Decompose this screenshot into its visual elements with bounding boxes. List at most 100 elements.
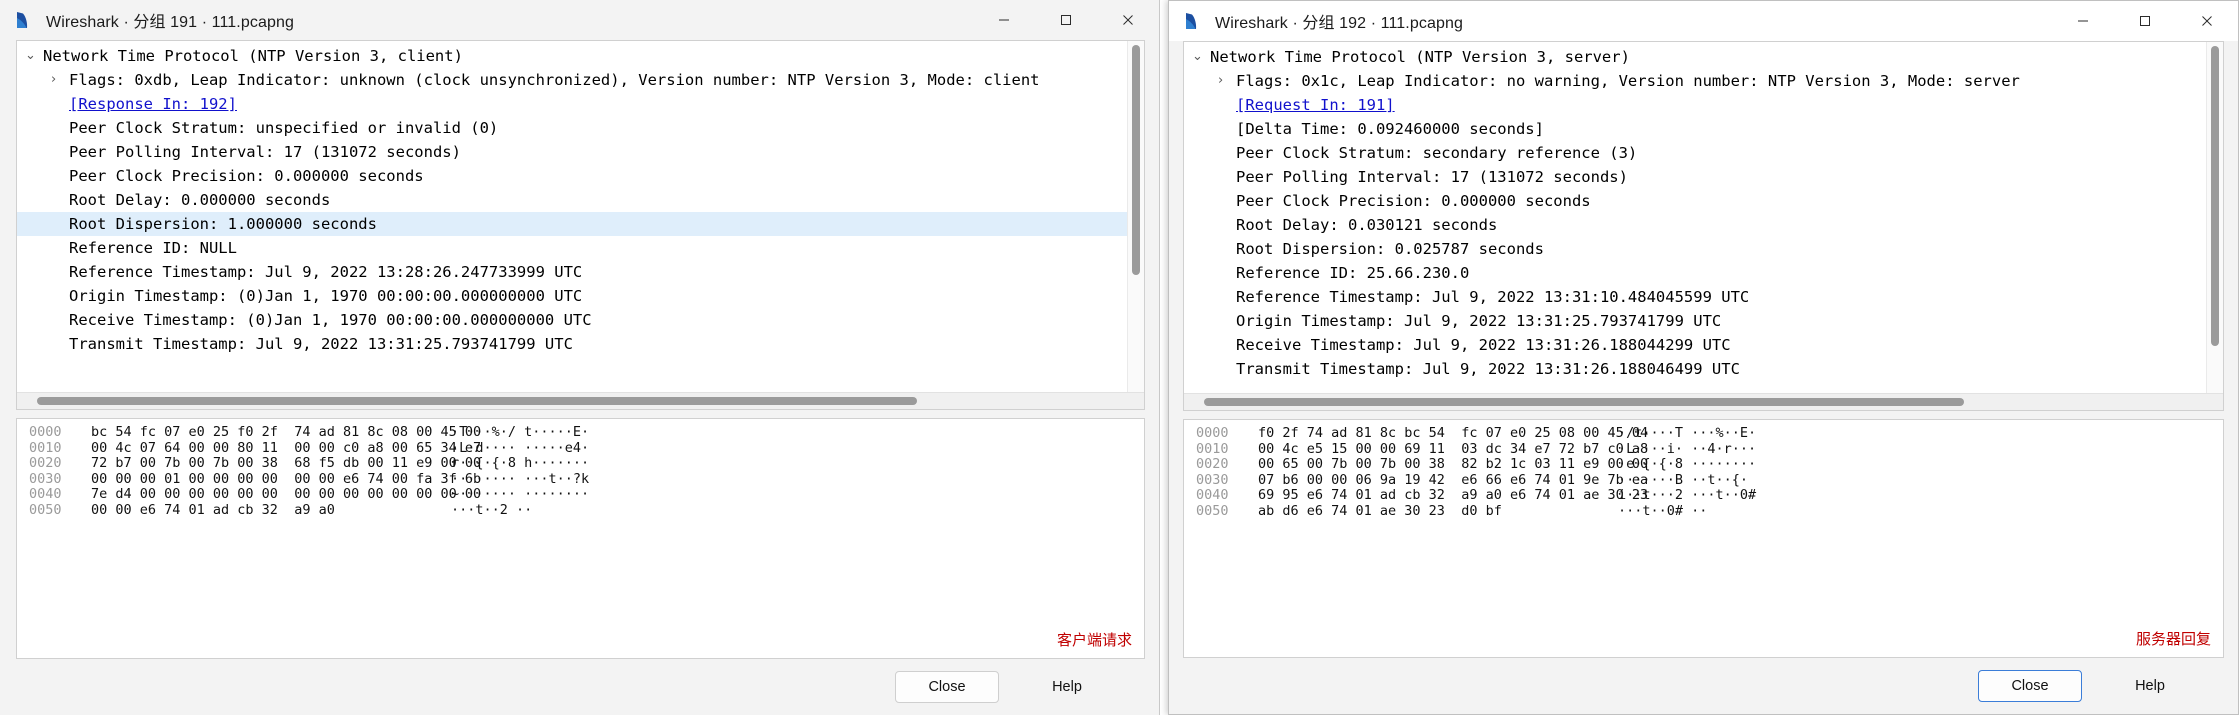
chevron-down-icon[interactable]: ⌄ xyxy=(1192,45,1210,69)
tree-row[interactable]: Transmit Timestamp: Jul 9, 2022 13:31:26… xyxy=(1184,357,2223,381)
hex-bytes: f0 2f 74 ad 81 8c bc 54 fc 07 e0 25 08 0… xyxy=(1258,425,1649,441)
title-bar-right[interactable]: Wireshark · 分组 192 · 111.pcapng xyxy=(1169,1,2238,41)
hex-offset: 0010 xyxy=(1196,440,1229,457)
tree-row[interactable]: Root Delay: 0.000000 seconds xyxy=(17,188,1144,212)
hex-dump-row[interactable]: 0010 00 4c e5 15 00 00 69 11 03 dc 34 e7 … xyxy=(1184,440,2223,458)
hex-offset: 0050 xyxy=(29,501,62,518)
hex-ascii: ········ ···t··?k xyxy=(451,470,590,487)
minimize-button[interactable] xyxy=(2052,1,2114,41)
chevron-down-icon[interactable]: ⌄ xyxy=(25,44,43,68)
help-button-left[interactable]: Help xyxy=(1015,671,1119,703)
tree-row-label: Root Delay: 0.000000 seconds xyxy=(69,191,331,209)
tree-row[interactable]: Root Delay: 0.030121 seconds xyxy=(1184,213,2223,237)
tree-row[interactable]: Root Dispersion: 1.000000 seconds xyxy=(17,212,1144,236)
tree-vertical-scrollbar-left[interactable] xyxy=(1127,41,1144,409)
tree-row[interactable]: Peer Clock Precision: 0.000000 seconds xyxy=(17,164,1144,188)
tree-row-label: Network Time Protocol (NTP Version 3, cl… xyxy=(43,47,463,65)
tree-row-label: Transmit Timestamp: Jul 9, 2022 13:31:26… xyxy=(1236,360,1740,378)
hex-dump-row[interactable]: 0000 bc 54 fc 07 e0 25 f0 2f 74 ad 81 8c … xyxy=(17,424,1144,441)
hex-dump-row[interactable]: 0030 00 00 00 01 00 00 00 00 00 00 e6 74 … xyxy=(17,470,1144,488)
footer-right: Close Help xyxy=(1183,658,2224,714)
tree-row[interactable]: Peer Clock Stratum: unspecified or inval… xyxy=(17,116,1144,140)
tree-row-link[interactable]: [Response In: 192] xyxy=(69,92,237,116)
hex-dump-row[interactable]: 0040 69 95 e6 74 01 ad cb 32 a9 a0 e6 74 … xyxy=(1184,487,2223,504)
tree-row-label: Reference ID: 25.66.230.0 xyxy=(1236,264,1470,282)
hex-dump-row[interactable]: 0020 72 b7 00 7b 00 7b 00 38 68 f5 db 00 … xyxy=(17,455,1144,472)
tree-row-label: Peer Clock Stratum: unspecified or inval… xyxy=(69,119,499,137)
hex-ascii: ···t··2 ·· xyxy=(451,501,533,518)
protocol-tree-pane-right[interactable]: ⌄ Network Time Protocol (NTP Version 3, s… xyxy=(1183,41,2224,411)
close-button-left[interactable]: Close xyxy=(895,671,999,703)
tree-horizontal-scrollbar-left[interactable] xyxy=(17,392,1144,409)
tree-row-link[interactable]: [Request In: 191] xyxy=(1236,93,1395,117)
hex-dump-pane-left[interactable]: 0000 bc 54 fc 07 e0 25 f0 2f 74 ad 81 8c … xyxy=(16,418,1145,659)
tree-row[interactable]: Origin Timestamp: Jul 9, 2022 13:31:25.7… xyxy=(1184,309,2223,333)
window-controls-left[interactable] xyxy=(973,0,1159,40)
hex-dump-row[interactable]: 0040 7e d4 00 00 00 00 00 00 00 00 00 00 … xyxy=(17,486,1144,503)
hex-dump-row[interactable]: 0010 00 4c 07 64 00 00 80 11 00 00 c0 a8 … xyxy=(17,439,1144,457)
tree-row[interactable]: [Request In: 191] xyxy=(1184,93,2223,117)
tree-row-label: Network Time Protocol (NTP Version 3, se… xyxy=(1210,48,1630,66)
hex-ascii: ·L····i· ··4·r··· xyxy=(1618,440,1757,457)
tree-row[interactable]: Reference ID: NULL xyxy=(17,236,1144,260)
hex-dump-row[interactable]: 0050 00 00 e6 74 01 ad cb 32 a9 a0 ···t··2… xyxy=(17,501,1144,519)
hex-offset: 0040 xyxy=(29,486,62,502)
tree-row-label: Reference Timestamp: Jul 9, 2022 13:31:1… xyxy=(1236,288,1750,306)
tree-horizontal-scrollbar-right[interactable] xyxy=(1184,393,2223,410)
hex-ascii: r··{·{·8 h······· xyxy=(451,455,590,471)
tree-row[interactable]: Root Dispersion: 0.025787 seconds xyxy=(1184,237,2223,261)
tree-vertical-scrollbar-right[interactable] xyxy=(2206,42,2223,410)
help-button-right[interactable]: Help xyxy=(2098,670,2202,702)
hex-ascii: ·e·{·{·8 ········ xyxy=(1618,456,1757,472)
tree-row[interactable]: Peer Clock Precision: 0.000000 seconds xyxy=(1184,189,2223,213)
hex-bytes: 72 b7 00 7b 00 7b 00 38 68 f5 db 00 11 e… xyxy=(91,455,482,471)
hex-offset: 0020 xyxy=(29,455,62,471)
tree-row[interactable]: Peer Clock Stratum: secondary reference … xyxy=(1184,141,2223,165)
protocol-tree-pane-left[interactable]: ⌄ Network Time Protocol (NTP Version 3, c… xyxy=(16,40,1145,410)
close-button-right[interactable]: Close xyxy=(1978,670,2082,702)
protocol-tree-left[interactable]: ⌄ Network Time Protocol (NTP Version 3, c… xyxy=(17,41,1144,392)
hex-dump-row[interactable]: 0050 ab d6 e6 74 01 ae 30 23 d0 bf ···t··0… xyxy=(1184,502,2223,520)
title-bar-left[interactable]: Wireshark · 分组 191 · 111.pcapng xyxy=(0,0,1159,40)
tree-row[interactable]: Peer Polling Interval: 17 (131072 second… xyxy=(17,140,1144,164)
tree-row[interactable]: [Delta Time: 0.092460000 seconds] xyxy=(1184,117,2223,141)
hex-offset: 0050 xyxy=(1196,502,1229,519)
tree-row[interactable]: [Response In: 192] xyxy=(17,92,1144,116)
hex-ascii: ···t··0# ·· xyxy=(1618,502,1708,519)
hex-offset: 0030 xyxy=(1196,471,1229,488)
packet-detail-window-191[interactable]: Wireshark · 分组 191 · 111.pcapng ⌄ Network… xyxy=(0,0,1160,715)
tree-row[interactable]: Receive Timestamp: Jul 9, 2022 13:31:26.… xyxy=(1184,333,2223,357)
minimize-button[interactable] xyxy=(973,0,1035,40)
packet-detail-window-192[interactable]: Wireshark · 分组 192 · 111.pcapng ⌄ Network… xyxy=(1168,0,2239,715)
tree-row[interactable]: Peer Polling Interval: 17 (131072 second… xyxy=(1184,165,2223,189)
hex-dump-row[interactable]: 0020 00 65 00 7b 00 7b 00 38 82 b2 1c 03 … xyxy=(1184,456,2223,473)
tree-row[interactable]: Receive Timestamp: (0)Jan 1, 1970 00:00:… xyxy=(17,308,1144,332)
tree-row[interactable]: Reference Timestamp: Jul 9, 2022 13:31:1… xyxy=(1184,285,2223,309)
tree-row[interactable]: › Flags: 0xdb, Leap Indicator: unknown (c… xyxy=(17,68,1144,92)
tree-row-label: Peer Polling Interval: 17 (131072 second… xyxy=(1236,168,1628,186)
tree-row-label: Peer Polling Interval: 17 (131072 second… xyxy=(69,143,461,161)
window-controls-right[interactable] xyxy=(2052,1,2238,41)
tree-row[interactable]: Reference Timestamp: Jul 9, 2022 13:28:2… xyxy=(17,260,1144,284)
tree-row[interactable]: Origin Timestamp: (0)Jan 1, 1970 00:00:0… xyxy=(17,284,1144,308)
hex-bytes: 00 4c e5 15 00 00 69 11 03 dc 34 e7 72 b… xyxy=(1258,440,1649,457)
tree-row[interactable]: Reference ID: 25.66.230.0 xyxy=(1184,261,2223,285)
hex-dump-row[interactable]: 0000 f0 2f 74 ad 81 8c bc 54 fc 07 e0 25 … xyxy=(1184,425,2223,442)
chevron-right-icon[interactable]: › xyxy=(1218,69,1236,93)
hex-dump-pane-right[interactable]: 0000 f0 2f 74 ad 81 8c bc 54 fc 07 e0 25 … xyxy=(1183,419,2224,658)
tree-row-label: Peer Clock Precision: 0.000000 seconds xyxy=(69,167,424,185)
tree-row[interactable]: › Flags: 0x1c, Leap Indicator: no warning… xyxy=(1184,69,2223,93)
protocol-tree-right[interactable]: ⌄ Network Time Protocol (NTP Version 3, s… xyxy=(1184,42,2223,393)
hex-bytes: 00 4c 07 64 00 00 80 11 00 00 c0 a8 00 6… xyxy=(91,439,482,456)
tree-row[interactable]: ⌄ Network Time Protocol (NTP Version 3, s… xyxy=(1184,45,2223,69)
tree-row[interactable]: ⌄ Network Time Protocol (NTP Version 3, c… xyxy=(17,44,1144,68)
close-button[interactable] xyxy=(2176,1,2238,41)
hex-dump-row[interactable]: 0030 07 b6 00 00 06 9a 19 42 e6 66 e6 74 … xyxy=(1184,471,2223,489)
maximize-button[interactable] xyxy=(1035,0,1097,40)
hex-bytes: bc 54 fc 07 e0 25 f0 2f 74 ad 81 8c 08 0… xyxy=(91,424,482,440)
maximize-button[interactable] xyxy=(2114,1,2176,41)
tree-row[interactable]: Transmit Timestamp: Jul 9, 2022 13:31:25… xyxy=(17,332,1144,356)
window-title: Wireshark · 分组 191 · 111.pcapng xyxy=(46,14,294,31)
close-button[interactable] xyxy=(1097,0,1159,40)
chevron-right-icon[interactable]: › xyxy=(51,68,69,92)
